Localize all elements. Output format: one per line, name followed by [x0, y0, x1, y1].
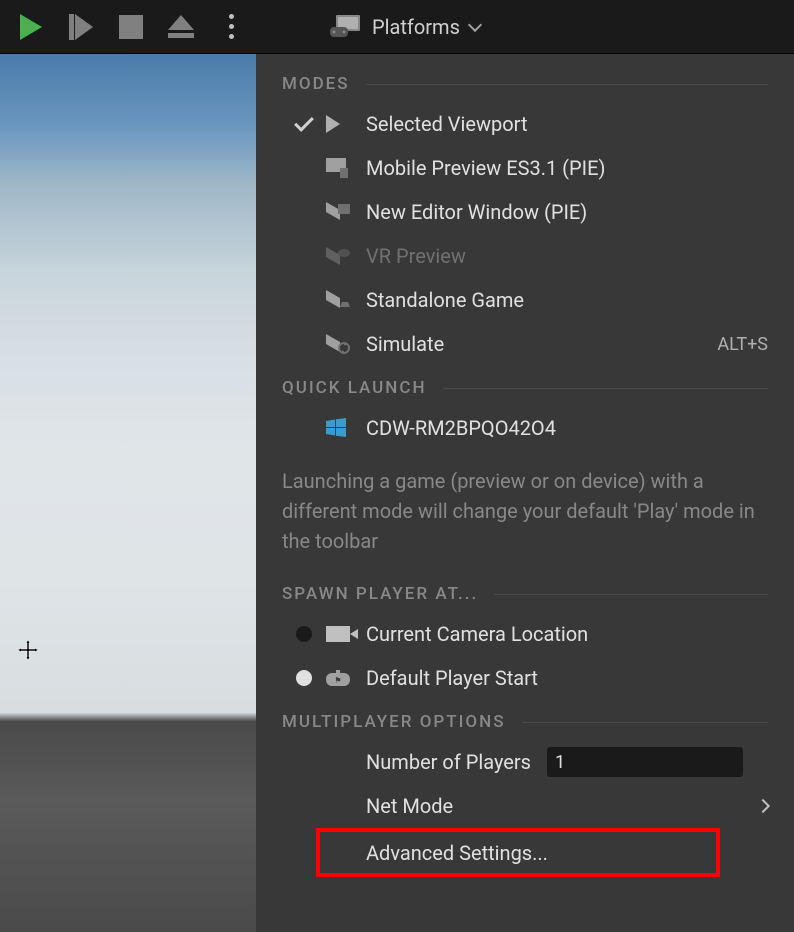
quicklaunch-section-header: QUICK LAUNCH	[256, 378, 794, 398]
players-input[interactable]	[547, 747, 743, 777]
modes-section-header: MODES	[256, 74, 794, 94]
step-button[interactable]	[60, 6, 102, 48]
radio-icon	[296, 626, 312, 642]
mobile-preview-icon	[326, 158, 350, 178]
svg-text:⚑: ⚑	[334, 676, 341, 685]
dots-vertical-icon	[229, 14, 234, 39]
viewport-preview	[0, 54, 256, 932]
step-icon	[69, 14, 93, 40]
quicklaunch-title: QUICK LAUNCH	[282, 378, 427, 398]
eject-icon	[168, 15, 194, 38]
eject-button[interactable]	[160, 6, 202, 48]
spawn-title: SPAWN PLAYER AT...	[282, 584, 478, 604]
shortcut-hint: ALT+S	[717, 334, 768, 355]
mode-label: New Editor Window (PIE)	[366, 200, 587, 224]
mode-mobile-preview[interactable]: Mobile Preview ES3.1 (PIE)	[256, 146, 794, 190]
vr-icon	[326, 247, 350, 265]
platforms-dropdown[interactable]: Platforms	[330, 6, 480, 48]
mode-label: Mobile Preview ES3.1 (PIE)	[366, 156, 605, 180]
mode-standalone-game[interactable]: Standalone Game	[256, 278, 794, 322]
platforms-label: Platforms	[372, 15, 460, 39]
play-small-icon	[326, 115, 340, 133]
mode-selected-viewport[interactable]: Selected Viewport	[256, 102, 794, 146]
spawn-section-header: SPAWN PLAYER AT...	[256, 584, 794, 604]
chevron-down-icon	[468, 17, 482, 31]
divider	[366, 84, 768, 85]
chevron-right-icon	[756, 799, 770, 813]
mode-new-editor-window[interactable]: New Editor Window (PIE)	[256, 190, 794, 234]
spawn-default-player-start[interactable]: ⚑ Default Player Start	[256, 656, 794, 700]
players-label: Number of Players	[366, 750, 531, 774]
move-cursor-icon	[18, 640, 38, 660]
device-name: CDW-RM2BPQO42O4	[366, 416, 556, 440]
mode-label: VR Preview	[366, 244, 466, 268]
modes-title: MODES	[282, 74, 350, 94]
advanced-settings-row[interactable]: Advanced Settings...	[316, 828, 720, 877]
divider	[494, 594, 768, 595]
multiplayer-title: MULTIPLAYER OPTIONS	[282, 712, 506, 732]
mode-label: Simulate	[366, 332, 444, 356]
divider	[522, 722, 769, 723]
divider	[443, 388, 768, 389]
main-toolbar: Platforms	[0, 0, 794, 54]
spawn-camera-location[interactable]: Current Camera Location	[256, 612, 794, 656]
more-options-button[interactable]	[210, 6, 252, 48]
players-row: Number of Players	[256, 740, 794, 784]
stop-icon	[119, 15, 143, 39]
multiplayer-section-header: MULTIPLAYER OPTIONS	[256, 712, 794, 732]
mode-label: Selected Viewport	[366, 112, 527, 136]
mode-label: Standalone Game	[366, 288, 524, 312]
advanced-label: Advanced Settings...	[366, 841, 548, 865]
play-options-menu: MODES Selected Viewport Mobile Preview E…	[256, 54, 794, 932]
windows-icon	[326, 418, 348, 438]
camera-icon	[326, 626, 350, 642]
spawn-label: Current Camera Location	[366, 622, 588, 646]
window-icon	[326, 202, 350, 222]
mode-simulate[interactable]: Simulate ALT+S	[256, 322, 794, 366]
quicklaunch-device[interactable]: CDW-RM2BPQO42O4	[256, 406, 794, 450]
netmode-row[interactable]: Net Mode	[256, 784, 794, 828]
simulate-icon	[326, 334, 350, 354]
gamepad-icon: ⚑	[326, 670, 350, 686]
netmode-label: Net Mode	[366, 794, 453, 818]
play-icon	[20, 14, 42, 40]
play-button[interactable]	[10, 6, 52, 48]
spawn-label: Default Player Start	[366, 666, 538, 690]
platforms-icon	[330, 15, 362, 39]
standalone-icon	[326, 290, 350, 310]
stop-button[interactable]	[110, 6, 152, 48]
mode-vr-preview: VR Preview	[256, 234, 794, 278]
info-text: Launching a game (preview or on device) …	[256, 450, 794, 572]
radio-selected-icon	[296, 670, 312, 686]
checkmark-icon	[294, 112, 314, 132]
